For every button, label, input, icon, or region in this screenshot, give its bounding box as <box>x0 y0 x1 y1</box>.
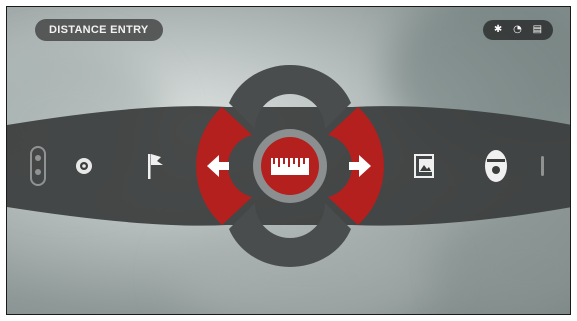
bluetooth-icon: ✱ <box>493 24 503 35</box>
target-icon[interactable] <box>76 158 92 174</box>
cartridge-icon[interactable] <box>485 150 507 182</box>
screen-title: DISTANCE ENTRY <box>35 19 163 41</box>
info-icon[interactable] <box>541 156 544 176</box>
wifi-icon: ◔ <box>513 24 522 35</box>
battery-icon: ▤ <box>532 24 543 35</box>
menu-wheel <box>7 65 570 267</box>
ruler-icon <box>271 158 309 175</box>
status-indicators: ✱ ◔ ▤ <box>483 20 553 40</box>
scope-viewport: DISTANCE ENTRY ✱ ◔ ▤ <box>6 6 571 315</box>
